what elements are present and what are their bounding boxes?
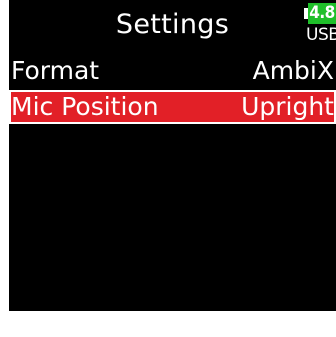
device-screen: Settings 4.8 USB Format AmbiX Mic Positi…	[9, 0, 336, 311]
menu-item-label: Format	[11, 56, 100, 85]
menu-item-label: Mic Position	[11, 92, 159, 121]
battery-level: 4.8	[308, 3, 336, 24]
battery-indicator: 4.8 USB	[304, 3, 336, 47]
page-title: Settings	[115, 9, 230, 40]
header: Settings 4.8 USB	[9, 0, 336, 52]
menu-item-value: AmbiX	[252, 56, 334, 85]
menu-item-value: Upright	[241, 92, 334, 121]
settings-menu: Format AmbiX Mic Position Upright	[9, 52, 336, 124]
menu-item-mic-position[interactable]: Mic Position Upright	[9, 90, 336, 124]
menu-item-format[interactable]: Format AmbiX	[9, 54, 336, 88]
power-source: USB	[306, 25, 336, 45]
